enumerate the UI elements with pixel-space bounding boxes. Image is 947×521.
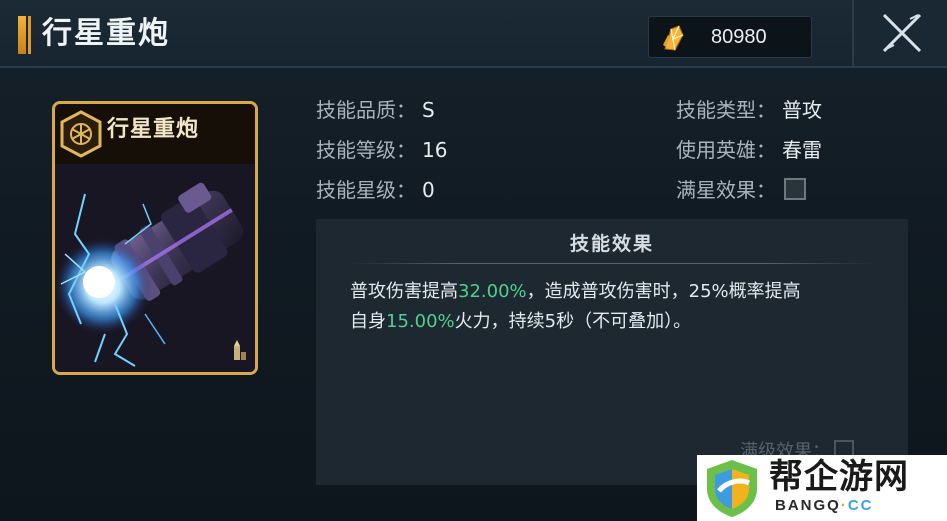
quality-row: 技能品质： S bbox=[316, 96, 435, 124]
effect-description: 普攻伤害提高32.00%，造成普攻伤害时，25%概率提高 自身15.00%火力，… bbox=[350, 277, 880, 337]
star-label: 技能星级： bbox=[316, 178, 416, 202]
watermark-text: 帮企游网 bbox=[769, 457, 909, 497]
effect-panel: 技能效果 普攻伤害提高32.00%，造成普攻伤害时，25%概率提高 自身15.0… bbox=[316, 219, 908, 485]
level-label: 技能等级： bbox=[316, 138, 416, 162]
emblem-icon bbox=[60, 110, 102, 158]
watermark-sub: BANGQ·CC bbox=[775, 497, 874, 515]
quality-label: 技能品质： bbox=[316, 98, 416, 122]
full-star-checkbox[interactable] bbox=[784, 178, 806, 200]
watermark: 帮企游网 BANGQ·CC bbox=[697, 455, 947, 521]
hero-value: 春雷 bbox=[782, 138, 822, 162]
star-row: 技能星级： 0 bbox=[316, 176, 435, 204]
page-title: 行星重炮 bbox=[42, 16, 170, 51]
level-row: 技能等级： 16 bbox=[316, 136, 447, 164]
effect-line1-a: 普攻伤害提高 bbox=[350, 281, 458, 302]
effect-highlight-2: 15.00% bbox=[386, 311, 455, 332]
skill-detail-window: 行星重炮 80980 行星重炮 技能品质： S 技能等级： 16 技能星级： 0… bbox=[0, 0, 947, 521]
close-icon bbox=[882, 13, 922, 53]
full-star-row: 满星效果： bbox=[676, 176, 806, 204]
type-value: 普攻 bbox=[782, 98, 822, 122]
header-bar: 行星重炮 80980 bbox=[0, 0, 947, 68]
effect-line2-b: 火力，持续5秒（不可叠加）。 bbox=[454, 311, 692, 332]
watermark-sub-a: BANGQ bbox=[775, 497, 841, 514]
title-accent bbox=[18, 16, 31, 54]
shield-icon bbox=[707, 460, 757, 517]
type-row: 技能类型： 普攻 bbox=[676, 96, 822, 124]
currency-display: 80980 bbox=[648, 16, 812, 58]
watermark-sub-dot: · bbox=[840, 497, 848, 514]
quality-value: S bbox=[422, 98, 435, 122]
watermark-sub-b: CC bbox=[847, 497, 874, 514]
bullet-icon bbox=[234, 340, 246, 360]
level-value: 16 bbox=[422, 138, 448, 162]
effect-line1-b: ，造成普攻伤害时，25%概率提高 bbox=[526, 281, 801, 302]
crystal-icon bbox=[663, 25, 684, 51]
effect-divider bbox=[350, 263, 874, 264]
skill-card: 行星重炮 bbox=[52, 101, 258, 375]
type-label: 技能类型： bbox=[676, 98, 776, 122]
hero-label: 使用英雄： bbox=[676, 138, 776, 162]
star-value: 0 bbox=[422, 178, 435, 202]
full-star-label: 满星效果： bbox=[676, 178, 776, 202]
close-button[interactable] bbox=[852, 0, 947, 66]
effect-line2-a: 自身 bbox=[350, 311, 386, 332]
effect-highlight-1: 32.00% bbox=[458, 281, 527, 302]
hero-row: 使用英雄： 春雷 bbox=[676, 136, 822, 164]
currency-value: 80980 bbox=[711, 26, 767, 48]
card-name: 行星重炮 bbox=[107, 116, 200, 142]
effect-title: 技能效果 bbox=[569, 233, 654, 255]
